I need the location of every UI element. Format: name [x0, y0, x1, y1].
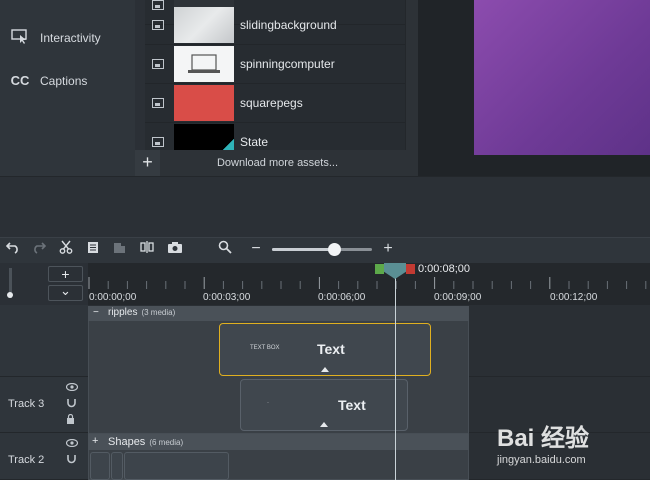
- copy-icon[interactable]: [83, 240, 103, 260]
- clip-thumbnail-text: ·: [267, 400, 269, 406]
- media-type-icon: [152, 59, 164, 69]
- magnet-icon[interactable]: [66, 398, 77, 410]
- track-header-track-2[interactable]: Track 2: [0, 433, 88, 480]
- group-media-count: (3 media): [141, 308, 176, 317]
- asset-list-scrollbar[interactable]: [405, 0, 418, 150]
- app-window: Interactivity CC Captions slidingbackgro…: [0, 0, 650, 480]
- magnet-icon[interactable]: [66, 454, 77, 466]
- group-media-count: (6 media): [149, 438, 184, 447]
- group-header[interactable]: + Shapes (6 media): [88, 434, 469, 450]
- asset-name: spinningcomputer: [240, 57, 335, 71]
- group-collapse-toggle[interactable]: −: [93, 307, 99, 318]
- cc-icon: CC: [10, 73, 30, 88]
- shape-clip[interactable]: [124, 452, 229, 480]
- undo-icon[interactable]: [3, 240, 23, 260]
- baidu-watermark: Bai 经验 jingyan.baidu.com: [497, 410, 647, 472]
- zoom-slider-fill: [272, 248, 335, 251]
- clip-text[interactable]: · Text: [240, 379, 408, 431]
- asset-thumbnail: [174, 85, 234, 121]
- track-label: Track 2: [8, 454, 45, 466]
- sidebar-item-label: Captions: [40, 73, 88, 88]
- track-controls: + ⌄: [0, 263, 88, 305]
- list-item[interactable]: squarepegs: [145, 84, 405, 123]
- clip-effects-tray-icon[interactable]: [321, 367, 329, 372]
- asset-thumbnail: [174, 7, 234, 43]
- group-expand-toggle[interactable]: +: [92, 435, 98, 447]
- lock-icon[interactable]: [66, 413, 75, 426]
- clip-thumbnail-text: TEXT BOX: [250, 345, 280, 351]
- asset-thumbnail: [174, 46, 234, 82]
- clip-title: Text: [338, 397, 366, 413]
- track-label: Track 3: [8, 398, 45, 410]
- asset-name: squarepegs: [240, 96, 303, 110]
- add-asset-button[interactable]: +: [135, 150, 160, 176]
- tools-sidebar: Interactivity CC Captions: [0, 0, 135, 176]
- ruler-tick-label: 0:00:12;00: [550, 292, 598, 303]
- paste-icon[interactable]: [109, 240, 129, 260]
- ruler-tick-label: 0:00:03;00: [203, 292, 251, 303]
- ruler-tick-label: 0:00:06;00: [318, 292, 366, 303]
- group-header[interactable]: − ripples (3 media): [88, 306, 469, 321]
- add-track-button[interactable]: +: [48, 266, 83, 282]
- group-title: ripples (3 media): [108, 307, 175, 318]
- group-title: Shapes (6 media): [108, 436, 183, 448]
- zoom-in-button[interactable]: +: [378, 239, 398, 259]
- playhead-time: 0:00:08;00: [418, 263, 470, 275]
- collapse-tracks-button[interactable]: ⌄: [48, 284, 83, 301]
- track-header-track-3[interactable]: Track 3: [0, 377, 88, 433]
- shape-clip[interactable]: [111, 452, 123, 480]
- watermark-url: jingyan.baidu.com: [497, 454, 586, 466]
- track-height-handle[interactable]: [7, 292, 13, 298]
- list-item[interactable]: slidingbackground: [145, 6, 405, 45]
- panel-divider: [0, 176, 650, 238]
- snapshot-icon[interactable]: [165, 240, 185, 260]
- eye-icon[interactable]: [65, 382, 79, 393]
- sidebar-item-interactivity[interactable]: Interactivity: [10, 28, 101, 47]
- redo-icon[interactable]: [29, 240, 49, 260]
- zoom-slider-handle[interactable]: [328, 243, 341, 256]
- sidebar-item-captions[interactable]: CC Captions: [10, 73, 88, 88]
- download-more-assets-link[interactable]: Download more assets...: [160, 150, 395, 176]
- cut-icon[interactable]: [56, 240, 76, 260]
- watermark-brand: Bai 经验: [497, 425, 590, 452]
- ruler-tick-label: 0:00:09;00: [434, 292, 482, 303]
- selection-end-marker[interactable]: [406, 264, 415, 274]
- split-icon[interactable]: [137, 240, 157, 260]
- clip-effects-tray-icon[interactable]: [320, 422, 328, 427]
- list-item[interactable]: spinningcomputer: [145, 45, 405, 84]
- group-name: ripples: [108, 307, 138, 318]
- clip-text-selected[interactable]: TEXT BOX Text: [219, 323, 431, 376]
- ruler-tick-label: 0:00:00;00: [89, 292, 137, 303]
- media-type-icon: [152, 20, 164, 30]
- asset-name: State: [240, 135, 269, 149]
- playhead-line: [395, 263, 396, 480]
- zoom-icon: [215, 240, 235, 260]
- interactivity-icon: [10, 28, 30, 47]
- list-item[interactable]: State: [145, 123, 405, 150]
- eye-icon[interactable]: [65, 438, 79, 449]
- asset-thumbnail: [174, 124, 234, 150]
- sidebar-item-label: Interactivity: [40, 30, 101, 45]
- track-header[interactable]: [0, 305, 88, 377]
- zoom-out-button[interactable]: −: [246, 239, 266, 259]
- media-type-icon: [152, 137, 164, 147]
- preview-canvas[interactable]: [474, 0, 650, 155]
- media-type-icon: [152, 98, 164, 108]
- clip-title: Text: [317, 341, 345, 357]
- asset-name: slidingbackground: [240, 18, 337, 32]
- shape-clip[interactable]: [90, 452, 110, 480]
- asset-library-list: slidingbackground spinningcomputer squar…: [145, 0, 405, 150]
- group-name: Shapes: [108, 436, 146, 448]
- selection-start-marker[interactable]: [375, 264, 384, 274]
